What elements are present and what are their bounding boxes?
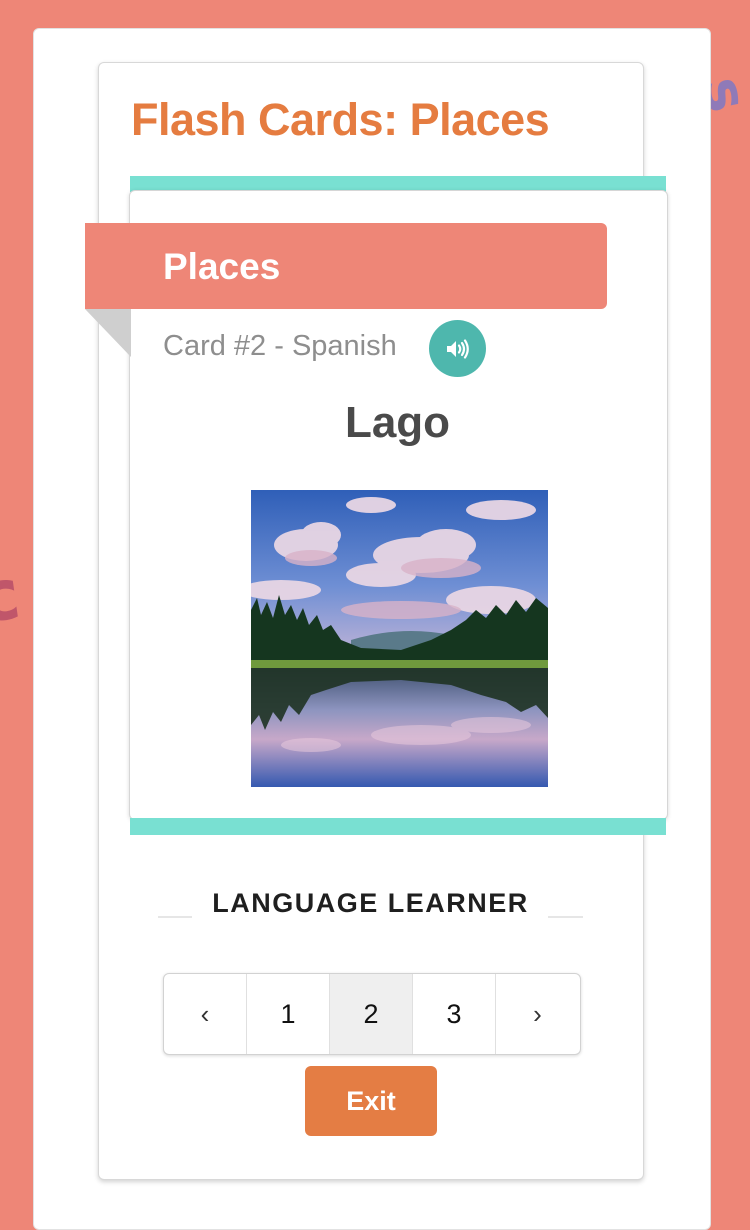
pagination: ‹ 1 2 3 › bbox=[163, 973, 581, 1055]
category-ribbon: Places bbox=[85, 223, 607, 309]
page-1-button[interactable]: 1 bbox=[247, 974, 330, 1054]
next-page-button[interactable]: › bbox=[496, 974, 579, 1054]
page-2-button[interactable]: 2 bbox=[330, 974, 413, 1054]
lake-landscape-image bbox=[251, 490, 548, 787]
previous-page-button[interactable]: ‹ bbox=[164, 974, 247, 1054]
card-number-language: Card #2 - Spanish bbox=[163, 330, 397, 362]
speaker-icon bbox=[446, 338, 469, 359]
page-3-button[interactable]: 3 bbox=[413, 974, 496, 1054]
card-word: Lago bbox=[344, 398, 451, 447]
ribbon-fold bbox=[85, 309, 131, 357]
play-audio-button[interactable] bbox=[429, 320, 486, 377]
lake-image bbox=[251, 490, 548, 787]
card-stack-bottom-edge bbox=[130, 818, 666, 835]
page-title: Flash Cards: Places bbox=[131, 94, 550, 145]
exit-button[interactable]: Exit bbox=[305, 1066, 437, 1136]
section-label: LANGUAGE LEARNER bbox=[212, 888, 529, 918]
background-letter-decoration: c bbox=[0, 552, 26, 640]
category-label: Places bbox=[163, 246, 281, 287]
